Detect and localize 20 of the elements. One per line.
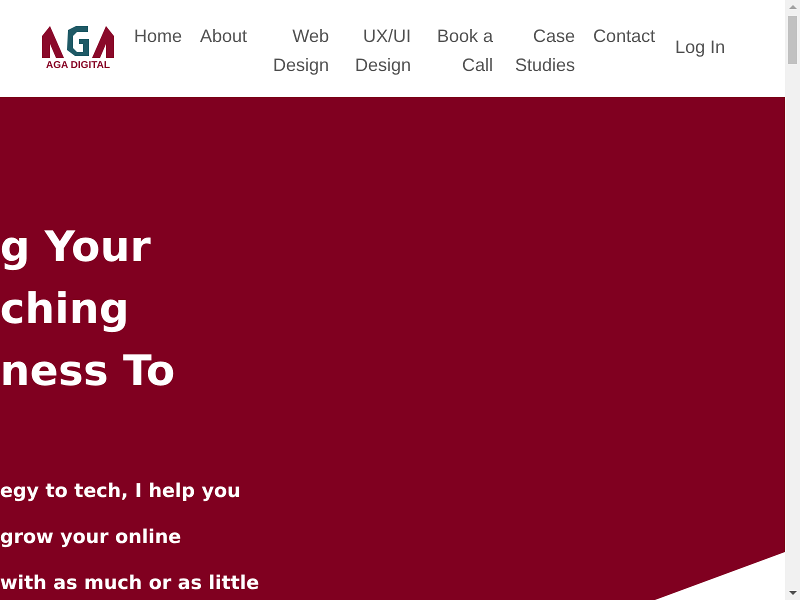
nav-link[interactable]: Case Studies (511, 22, 576, 80)
hero-heading: ching (0, 283, 130, 335)
nav-link[interactable]: Web Design (265, 22, 330, 80)
logo-text[interactable]: AGA DIGITAL (46, 60, 110, 71)
hero-text: grow your online (0, 525, 182, 550)
logo-icon[interactable] (42, 26, 114, 58)
nav-link[interactable]: About (200, 22, 248, 80)
nav-link[interactable]: Contact (593, 22, 656, 80)
scroll-up-icon[interactable] (788, 5, 796, 9)
nav-link[interactable]: Home (134, 22, 182, 80)
hero-heading: ness To (0, 345, 176, 397)
hero-text: with as much or as little (0, 571, 260, 596)
hero-text: egy to tech, I help you (0, 479, 241, 504)
login-link[interactable]: Log In (675, 37, 726, 58)
nav-link[interactable]: UX/UI Design (347, 22, 412, 80)
scroll-down-icon[interactable] (788, 591, 796, 595)
scrollbar[interactable] (785, 0, 800, 600)
scrollbar-thumb[interactable] (788, 16, 797, 64)
nav-link[interactable]: Book a Call (429, 22, 494, 80)
hero-heading: g Your (0, 221, 152, 273)
